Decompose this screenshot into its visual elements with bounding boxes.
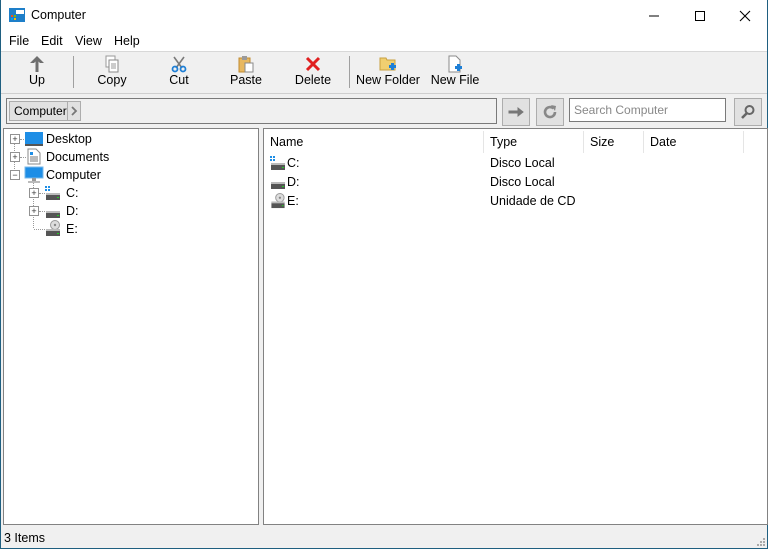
paste-button[interactable]: Paste: [229, 54, 263, 90]
list-row-drive-c[interactable]: C: Disco Local: [264, 154, 764, 173]
new-folder-button[interactable]: New Folder: [356, 54, 420, 90]
breadcrumb-chevron-button[interactable]: [67, 101, 81, 121]
collapse-icon[interactable]: −: [10, 170, 20, 180]
tree-item-drive-e[interactable]: E:: [4, 220, 254, 238]
folder-tree[interactable]: + Desktop + Documents − Computer + C: +: [3, 128, 259, 525]
item-count: 3 Items: [4, 531, 45, 545]
maximize-button[interactable]: [677, 0, 723, 31]
computer-folder-icon: [9, 8, 25, 22]
tree-item-drive-c[interactable]: + C:: [4, 184, 254, 202]
copy-button[interactable]: Copy: [93, 54, 131, 90]
system-drive-icon: [45, 186, 60, 200]
menu-edit[interactable]: Edit: [41, 34, 63, 48]
window-title: Computer: [31, 8, 86, 22]
cd-drive-icon: [271, 193, 285, 209]
list-row-drive-d[interactable]: D: Disco Local: [264, 173, 764, 192]
menu-help[interactable]: Help: [114, 34, 140, 48]
minimize-icon: [649, 15, 659, 16]
arrow-right-icon: [508, 106, 524, 118]
scissors-icon: [171, 56, 187, 73]
desktop-icon: [25, 132, 43, 146]
resize-grip-icon[interactable]: [755, 536, 765, 546]
clipboard-icon: [238, 56, 254, 73]
cut-button[interactable]: Cut: [164, 54, 194, 90]
expand-icon[interactable]: +: [10, 134, 20, 144]
delete-button[interactable]: Delete: [294, 54, 332, 90]
go-button[interactable]: [502, 98, 530, 126]
expand-icon[interactable]: +: [10, 152, 20, 162]
tree-item-drive-d[interactable]: + D:: [4, 202, 254, 220]
column-header-type[interactable]: Type: [484, 131, 584, 153]
chevron-right-icon: [71, 106, 78, 116]
drive-icon: [46, 211, 60, 218]
explorer-window: Computer File Edit View Help Up Copy Cut: [0, 0, 768, 549]
title-bar[interactable]: Computer: [1, 0, 767, 31]
status-bar: 3 Items: [1, 528, 767, 548]
new-file-icon: [448, 55, 462, 73]
maximize-icon: [695, 10, 705, 21]
close-button[interactable]: [722, 0, 768, 31]
arrow-up-icon: [30, 56, 44, 72]
file-list[interactable]: Name Type Size Date C: Disco Local D: Di…: [263, 128, 768, 525]
up-button[interactable]: Up: [21, 54, 53, 90]
new-folder-icon: [379, 57, 396, 71]
item-name: C:: [287, 156, 300, 170]
list-row-drive-e[interactable]: E: Unidade de CD: [264, 192, 764, 211]
cd-drive-icon: [46, 220, 60, 236]
refresh-button[interactable]: [536, 98, 564, 126]
tree-item-computer[interactable]: − Computer: [4, 166, 254, 184]
address-bar[interactable]: Computer: [6, 98, 497, 124]
minimize-button[interactable]: [631, 0, 677, 31]
item-name: D:: [287, 175, 300, 189]
toolbar-separator: [73, 56, 74, 88]
expand-icon[interactable]: +: [29, 206, 39, 216]
column-header-date[interactable]: Date: [644, 131, 744, 153]
drive-icon: [271, 182, 285, 189]
column-header-name[interactable]: Name: [264, 131, 484, 153]
menu-view[interactable]: View: [75, 34, 102, 48]
toolbar: Up Copy Cut Paste Delete New Folder New …: [1, 51, 767, 92]
system-drive-icon: [270, 156, 285, 170]
breadcrumb-computer[interactable]: Computer: [9, 101, 72, 121]
tree-item-desktop[interactable]: + Desktop: [4, 130, 254, 148]
menu-bar: File Edit View Help: [1, 31, 767, 51]
item-type: Disco Local: [490, 156, 555, 170]
column-header-size[interactable]: Size: [584, 131, 644, 153]
new-file-button[interactable]: New File: [431, 54, 479, 90]
close-icon: [739, 10, 751, 21]
search-input[interactable]: [569, 98, 726, 122]
tree-item-documents[interactable]: + Documents: [4, 148, 254, 166]
expand-icon[interactable]: +: [29, 188, 39, 198]
documents-icon: [27, 148, 41, 165]
item-type: Disco Local: [490, 175, 555, 189]
copy-icon: [105, 55, 119, 73]
magnifier-icon: [741, 105, 755, 119]
item-type: Unidade de CD: [490, 194, 576, 208]
menu-file[interactable]: File: [9, 34, 29, 48]
computer-icon: [24, 166, 44, 183]
item-name: E:: [287, 194, 299, 208]
toolbar-separator: [349, 56, 350, 88]
search-button[interactable]: [734, 98, 762, 126]
refresh-icon: [543, 105, 557, 119]
address-row: Computer: [1, 93, 767, 128]
red-x-icon: [305, 56, 321, 72]
